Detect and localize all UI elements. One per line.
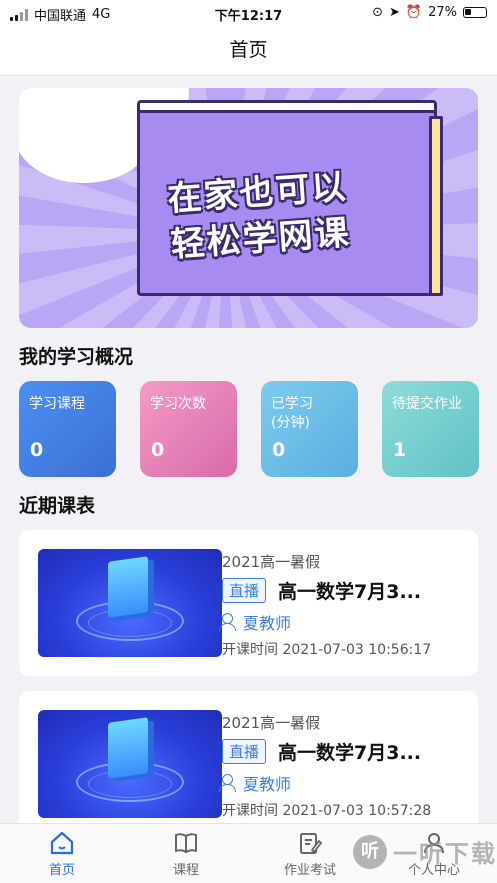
stat-card-sessions[interactable]: 学习次数 0 [140, 381, 237, 477]
stat-value: 0 [272, 439, 286, 461]
stat-card-minutes[interactable]: 已学习 (分钟) 0 [261, 381, 358, 477]
course-card[interactable]: 2021高一暑假 直播 高一数学7月3... 夏教师 开课时间 2021-07-… [19, 691, 478, 837]
course-title: 高一数学7月3... [278, 581, 422, 603]
stat-value: 0 [151, 439, 165, 461]
status-bar: 中国联通 4G 下午12:17 ⊙ ➤ ⏰ 27% [0, 0, 497, 26]
live-badge: 直播 [222, 739, 267, 764]
course-title: 高一数学7月3... [278, 742, 422, 764]
location-icon: ➤ [389, 5, 400, 20]
watermark-logo: 听 [353, 834, 387, 869]
stat-card-pending-homework[interactable]: 待提交作业 1 [382, 381, 479, 477]
book-icon [175, 833, 197, 853]
stat-label: 已学习 (分钟) [271, 396, 313, 431]
stat-value: 0 [30, 439, 44, 461]
stat-label: 学习次数 [150, 396, 206, 412]
cloud-decoration [19, 88, 139, 158]
course-thumbnail [38, 710, 222, 818]
course-thumbnail [38, 549, 222, 657]
home-icon [50, 831, 74, 855]
course-start-time: 开课时间 2021-07-03 10:56:17 [222, 642, 432, 658]
tab-label: 课程 [172, 863, 199, 878]
promo-banner[interactable]: 在家也可以 轻松学网课 [19, 88, 478, 328]
course-card[interactable]: 2021高一暑假 直播 高一数学7月3... 夏教师 开课时间 2021-07-… [19, 530, 478, 676]
watermark: 听 一听下载 [353, 834, 497, 869]
course-term: 2021高一暑假 [222, 553, 321, 571]
battery-icon [463, 7, 487, 18]
live-badge: 直播 [222, 578, 267, 603]
teacher-name: 夏教师 [243, 614, 292, 633]
watermark-text: 一听下载 [393, 840, 497, 868]
schedule-title: 近期课表 [19, 495, 96, 517]
stat-card-courses[interactable]: 学习课程 0 [19, 381, 116, 477]
stat-value: 1 [393, 439, 407, 461]
teacher-name: 夏教师 [243, 775, 292, 794]
tab-label: 首页 [48, 863, 75, 878]
course-start-time: 开课时间 2021-07-03 10:57:28 [222, 803, 432, 819]
teacher-icon [219, 774, 237, 792]
tab-courses[interactable]: 课程 [141, 830, 231, 878]
stat-label: 学习课程 [29, 396, 85, 412]
tab-home[interactable]: 首页 [17, 830, 107, 878]
edit-icon [300, 833, 323, 854]
overview-stats: 学习课程 0 学习次数 0 已学习 (分钟) 0 待提交作业 1 [19, 381, 479, 477]
course-term: 2021高一暑假 [222, 714, 321, 732]
orientation-lock-icon: ⊙ [372, 5, 383, 20]
page-title: 首页 [0, 26, 497, 76]
stat-label: 待提交作业 [392, 396, 462, 412]
book-spine-decoration [429, 116, 443, 296]
battery-percent: 27% [428, 5, 457, 20]
alarm-icon: ⏰ [405, 5, 423, 20]
tab-homework-exam[interactable]: 作业考试 [265, 830, 355, 878]
overview-title: 我的学习概况 [19, 346, 134, 368]
tab-label: 作业考试 [283, 863, 336, 878]
banner-text: 在家也可以 轻松学网课 [166, 160, 412, 269]
teacher-icon [219, 613, 237, 631]
